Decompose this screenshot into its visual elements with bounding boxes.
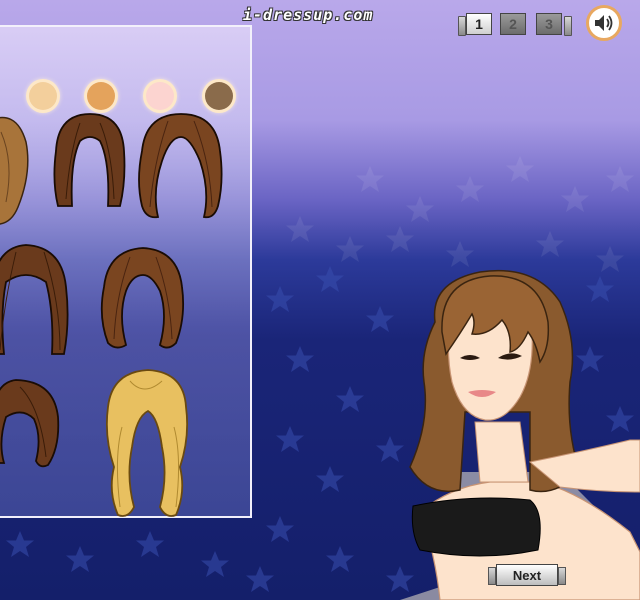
page-button-3[interactable]: 3 [536,13,562,35]
hair-color-swatch-2[interactable] [87,82,115,110]
next-button-cap-left [488,567,496,585]
page-button-2[interactable]: 2 [500,13,526,35]
next-button[interactable]: Next [488,563,566,587]
hairstyle-option-5[interactable] [98,245,188,355]
page-button-1[interactable]: 1 [466,13,492,35]
site-logo: i-dressup.com [243,6,374,24]
hair-color-swatch-3[interactable] [146,82,174,110]
next-button-cap-right [558,567,566,585]
hairstyle-option-1[interactable] [0,112,36,232]
hair-selection-panel [0,25,252,518]
dressup-doll [400,269,640,600]
speaker-icon [595,15,613,31]
sound-toggle-button[interactable] [586,5,622,41]
hairstyle-option-7[interactable] [100,367,196,522]
hairstyle-option-6[interactable] [0,377,64,472]
hairstyle-option-3[interactable] [134,111,228,223]
hair-color-swatch-4[interactable] [205,82,233,110]
page-switcher-cap-left [458,16,466,36]
page-switcher-cap-right [564,16,572,36]
hair-color-swatch-1[interactable] [29,82,57,110]
page-switcher: 1 2 3 [458,13,572,37]
hairstyle-option-2[interactable] [50,111,130,211]
next-button-label: Next [496,564,558,586]
hairstyle-option-4[interactable] [0,242,72,360]
